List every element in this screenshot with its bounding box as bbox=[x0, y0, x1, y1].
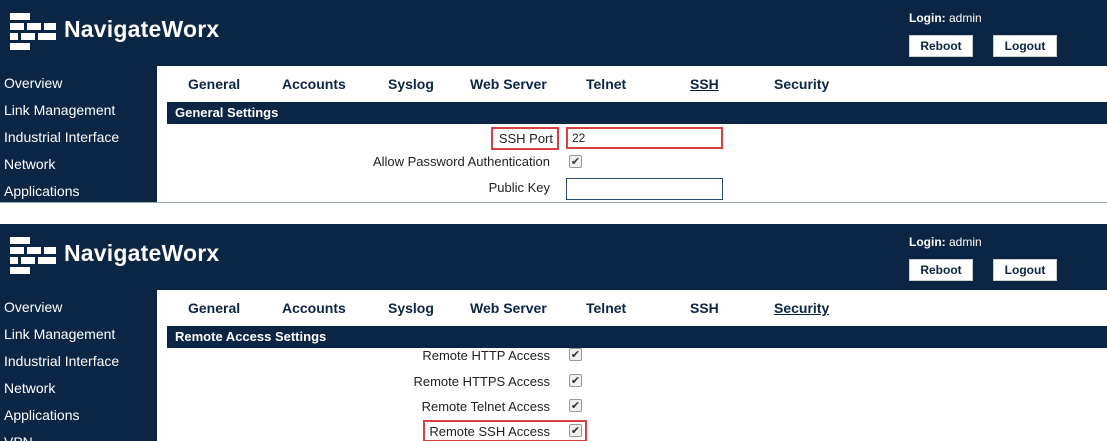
sidebar-item-overview[interactable]: Overview bbox=[0, 294, 157, 320]
remote-http-checkbox[interactable]: ✔ bbox=[569, 348, 582, 361]
tab-accounts[interactable]: Accounts bbox=[282, 76, 346, 92]
tab-ssh[interactable]: SSH bbox=[690, 76, 719, 92]
sidebar-item-industrial-interface[interactable]: Industrial Interface bbox=[0, 124, 157, 150]
allow-password-auth-checkbox[interactable]: ✔ bbox=[569, 155, 582, 168]
brand-name: NavigateWorx bbox=[64, 240, 220, 266]
remote-https-checkbox[interactable]: ✔ bbox=[569, 374, 582, 387]
tab-bar: General Accounts Syslog Web Server Telne… bbox=[165, 290, 1107, 326]
ssh-port-label: SSH Port bbox=[491, 127, 559, 150]
logout-button[interactable]: Logout bbox=[993, 259, 1057, 281]
public-key-input[interactable] bbox=[566, 178, 723, 200]
public-key-label: Public Key bbox=[488, 180, 550, 195]
tab-security[interactable]: Security bbox=[774, 76, 829, 92]
tab-general[interactable]: General bbox=[188, 300, 240, 316]
login-info: Login: admin bbox=[909, 11, 982, 25]
remote-telnet-checkbox[interactable]: ✔ bbox=[569, 399, 582, 412]
sidebar-item-industrial-interface[interactable]: Industrial Interface bbox=[0, 348, 157, 374]
reboot-button[interactable]: Reboot bbox=[909, 35, 973, 57]
remote-http-label: Remote HTTP Access bbox=[422, 348, 550, 363]
login-user: admin bbox=[949, 11, 982, 25]
sidebar-item-applications[interactable]: Applications bbox=[0, 402, 157, 428]
tab-general[interactable]: General bbox=[188, 76, 240, 92]
sidebar-item-network[interactable]: Network bbox=[0, 151, 157, 177]
tab-bar: General Accounts Syslog Web Server Telne… bbox=[165, 66, 1107, 102]
ssh-port-input[interactable] bbox=[566, 127, 723, 149]
sidebar-item-overview[interactable]: Overview bbox=[0, 70, 157, 96]
ssh-settings-panel: NavigateWorx Login: admin Reboot Logout … bbox=[0, 0, 1107, 203]
logout-button[interactable]: Logout bbox=[993, 35, 1057, 57]
sidebar: Overview Link Management Industrial Inte… bbox=[0, 290, 160, 441]
login-info: Login: admin bbox=[909, 235, 982, 249]
tab-accounts[interactable]: Accounts bbox=[282, 300, 346, 316]
security-settings-panel: NavigateWorx Login: admin Reboot Logout … bbox=[0, 224, 1107, 441]
brand-name: NavigateWorx bbox=[64, 16, 220, 42]
sidebar-item-vpn[interactable]: VPN bbox=[0, 429, 157, 441]
login-user: admin bbox=[949, 235, 982, 249]
tab-syslog[interactable]: Syslog bbox=[388, 300, 434, 316]
header-bar: NavigateWorx Login: admin Reboot Logout bbox=[0, 224, 1107, 290]
navigateworx-logo-icon bbox=[10, 13, 56, 50]
tab-ssh[interactable]: SSH bbox=[690, 300, 719, 316]
tab-web-server[interactable]: Web Server bbox=[470, 300, 547, 316]
remote-ssh-label: Remote SSH Access bbox=[429, 424, 550, 439]
remote-https-label: Remote HTTPS Access bbox=[413, 374, 550, 389]
sidebar-item-network[interactable]: Network bbox=[0, 375, 157, 401]
tab-telnet[interactable]: Telnet bbox=[586, 300, 626, 316]
tab-security[interactable]: Security bbox=[774, 300, 829, 316]
section-title: General Settings bbox=[167, 102, 1107, 124]
tab-telnet[interactable]: Telnet bbox=[586, 76, 626, 92]
remote-ssh-checkbox[interactable]: ✔ bbox=[569, 424, 582, 437]
allow-password-auth-label: Allow Password Authentication bbox=[372, 154, 550, 169]
tab-web-server[interactable]: Web Server bbox=[470, 76, 547, 92]
sidebar-item-link-management[interactable]: Link Management bbox=[0, 321, 157, 347]
sidebar-item-applications[interactable]: Applications bbox=[0, 178, 157, 202]
tab-syslog[interactable]: Syslog bbox=[388, 76, 434, 92]
section-title: Remote Access Settings bbox=[167, 326, 1107, 348]
sidebar-item-link-management[interactable]: Link Management bbox=[0, 97, 157, 123]
remote-telnet-label: Remote Telnet Access bbox=[421, 399, 550, 414]
navigateworx-logo-icon bbox=[10, 237, 56, 274]
header-bar: NavigateWorx Login: admin Reboot Logout bbox=[0, 0, 1107, 66]
sidebar: Overview Link Management Industrial Inte… bbox=[0, 66, 160, 202]
reboot-button[interactable]: Reboot bbox=[909, 259, 973, 281]
